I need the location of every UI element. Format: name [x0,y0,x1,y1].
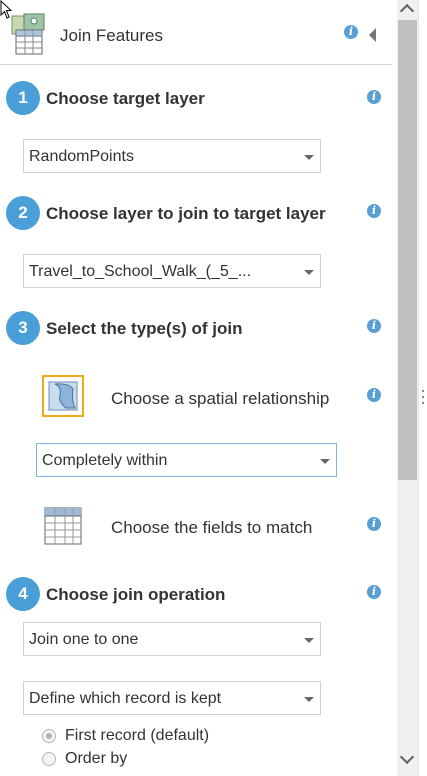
step-1-title: Choose target layer [46,89,205,108]
step-4-info-icon[interactable]: i [367,585,381,599]
fields-info-icon[interactable]: i [367,517,381,531]
scroll-down-icon[interactable] [399,749,415,765]
order-by-radio[interactable] [42,752,56,766]
record-kept-select[interactable]: Define which record is kept [23,681,321,715]
grip-dot [422,396,424,398]
step-3-title: Select the type(s) of join [46,319,243,338]
spatial-relationship-icon[interactable] [42,375,84,417]
chevron-down-icon [304,155,314,160]
first-record-radio[interactable] [42,729,56,743]
step-2-number: 2 [6,196,40,230]
step-4-number: 4 [6,577,40,611]
spatial-info-icon[interactable]: i [367,388,381,402]
header-info-icon[interactable]: i [344,25,358,39]
step-3-number: 3 [6,311,40,345]
spatial-relationship-label: Choose a spatial relationship [111,389,330,408]
vertical-scrollbar[interactable] [397,0,418,776]
step-2-title: Choose layer to join to target layer [46,204,326,223]
scroll-up-icon[interactable] [399,3,415,19]
collapse-panel-icon[interactable] [369,28,376,42]
fields-match-label: Choose the fields to match [111,518,313,537]
record-kept-value: Define which record is kept [29,690,222,707]
scrollbar-thumb[interactable] [398,20,417,480]
target-layer-select[interactable]: RandomPoints [23,139,321,173]
grip-dot [422,402,424,404]
step-3-info-icon[interactable]: i [367,319,381,333]
step-1-info-icon[interactable]: i [367,90,381,104]
order-by-label: Order by [65,750,128,767]
spatial-relationship-select[interactable]: Completely within [36,443,337,477]
spatial-relationship-value: Completely within [42,452,168,469]
mouse-cursor-icon [0,0,13,19]
fields-match-icon[interactable] [42,505,84,547]
join-operation-select[interactable]: Join one to one [23,622,321,656]
chevron-down-icon [320,459,330,464]
first-record-label: First record (default) [65,727,210,744]
grip-dot [422,390,424,392]
join-layer-value: Travel_to_School_Walk_(_5_... [29,263,252,280]
chevron-down-icon [304,638,314,643]
panel-splitter[interactable] [418,0,427,776]
join-operation-value: Join one to one [29,631,139,648]
join-layer-select[interactable]: Travel_to_School_Walk_(_5_... [23,254,321,288]
step-2-info-icon[interactable]: i [367,204,381,218]
panel-header: Join Features i [0,0,392,65]
step-4-title: Choose join operation [46,585,226,604]
join-features-panel: Join Features i 1 Choose target layer i … [0,0,397,776]
chevron-down-icon [304,697,314,702]
panel-title: Join Features [60,26,163,45]
step-1-number: 1 [6,81,40,115]
chevron-down-icon [304,270,314,275]
target-layer-value: RandomPoints [29,148,134,165]
